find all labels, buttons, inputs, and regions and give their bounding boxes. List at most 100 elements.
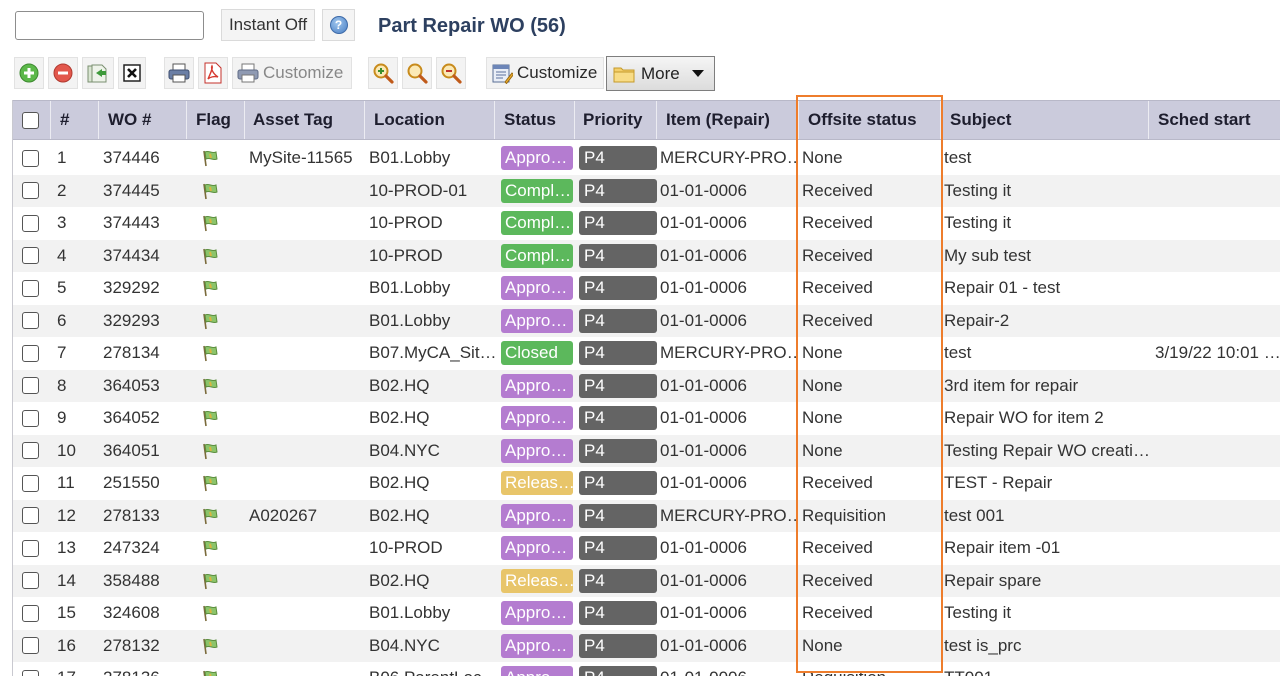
sched-start-cell (1149, 175, 1280, 207)
subject-cell: Repair 01 - test (944, 278, 1061, 297)
column-header-offsite-status[interactable]: Offsite status (799, 101, 941, 139)
row-checkbox[interactable] (22, 409, 39, 427)
asset-tag-cell (245, 532, 365, 564)
flag-icon[interactable] (201, 604, 219, 622)
flag-icon[interactable] (201, 507, 219, 525)
zoom-out-button[interactable] (436, 57, 466, 89)
offsite-status-cell: None (802, 635, 843, 655)
table-row[interactable]: 13 247324 10-PROD Appro… P4 01-01-0006 Receive… (13, 532, 1280, 565)
column-header-sched-start[interactable]: Sched start (1149, 101, 1280, 139)
table-row[interactable]: 16 278132 B04.NYC Appro… P4 01-01-0006 None tes… (13, 629, 1280, 662)
flag-icon[interactable] (201, 377, 219, 395)
row-checkbox[interactable] (22, 669, 39, 676)
flag-icon[interactable] (201, 344, 219, 362)
instant-toggle-button[interactable]: Instant Off (221, 9, 315, 41)
table-row[interactable]: 10 364051 B04.NYC Appro… P4 01-01-0006 None Tes… (13, 434, 1280, 467)
table-row[interactable]: 4 374434 10-PROD Compl… P4 01-01-0006 Received… (13, 239, 1280, 272)
table-row[interactable]: 6 329293 B01.Lobby Appro… P4 01-01-0006 Receiv… (13, 304, 1280, 337)
search-input[interactable] (15, 11, 204, 40)
table-row[interactable]: 17278136 B06.ParentLoc Appro… P401-01-0006R… (13, 662, 1280, 676)
table-row[interactable]: 9 364052 B02.HQ Appro… P4 01-01-0006 None Repai… (13, 402, 1280, 435)
table-row[interactable]: 3 374443 10-PROD Compl… P4 01-01-0006 Received… (13, 207, 1280, 240)
table-row[interactable]: 15 324608 B01.Lobby Appro… P4 01-01-0006 Recei… (13, 597, 1280, 630)
zoom-in-button[interactable] (368, 57, 398, 89)
flag-icon[interactable] (201, 572, 219, 590)
flag-icon[interactable] (201, 247, 219, 265)
row-checkbox[interactable] (22, 182, 39, 199)
table-row[interactable]: 7 278134 B07.MyCA_Sit… Closed P4 MERCURY-PRO…… (13, 337, 1280, 370)
flag-icon[interactable] (201, 669, 219, 676)
status-badge: Appro… (501, 633, 573, 658)
flag-icon[interactable] (201, 149, 219, 167)
row-checkbox[interactable] (22, 279, 39, 297)
column-header-wo[interactable]: WO # (99, 101, 187, 139)
row-checkbox[interactable] (22, 149, 39, 167)
column-header-subject[interactable]: Subject (941, 101, 1149, 139)
row-select-cell (13, 240, 51, 272)
zoom-button[interactable] (402, 57, 432, 89)
remove-button[interactable] (48, 57, 78, 89)
flag-icon[interactable] (201, 312, 219, 330)
status-badge: Appro… (501, 666, 573, 676)
row-checkbox[interactable] (22, 377, 39, 394)
column-header-location[interactable]: Location (365, 101, 495, 139)
row-checkbox[interactable] (22, 637, 39, 654)
flag-icon[interactable] (201, 637, 219, 655)
row-checkbox[interactable] (22, 312, 39, 329)
column-header-num[interactable]: # (51, 101, 99, 139)
wo-number-cell: 329292 (103, 278, 160, 297)
clear-button[interactable] (118, 57, 146, 89)
item-repair-cell: MERCURY-PRO… (660, 505, 799, 525)
table-row[interactable]: 5 329292 B01.Lobby Appro… P4 01-01-0006 Receiv… (13, 272, 1280, 305)
table-row[interactable]: 1 374446 MySite-11565 B01.Lobby Appro… P4 MERC… (13, 142, 1280, 175)
column-header-flag[interactable]: Flag (187, 101, 245, 139)
select-all-checkbox[interactable] (22, 111, 39, 129)
column-header-status[interactable]: Status (495, 101, 575, 139)
priority-badge: P4 (579, 438, 657, 463)
table-row[interactable]: 8 364053 B02.HQ Appro… P4 01-01-0006 None 3rd i… (13, 369, 1280, 402)
row-checkbox[interactable] (22, 507, 39, 524)
flag-icon[interactable] (201, 279, 219, 297)
column-header-item[interactable]: Item (Repair) (657, 101, 799, 139)
row-checkbox[interactable] (22, 442, 39, 459)
help-button[interactable]: ? (322, 9, 355, 41)
status-badge: Releas… (501, 568, 573, 593)
row-checkbox[interactable] (22, 344, 39, 362)
row-checkbox[interactable] (22, 539, 39, 557)
flag-icon[interactable] (201, 539, 219, 557)
table-row[interactable]: 14 358488 B02.HQ Releas… P4 01-01-0006 Receive… (13, 564, 1280, 597)
asset-tag-cell (245, 565, 365, 597)
column-header-priority[interactable]: Priority (575, 101, 657, 139)
row-select-cell (13, 565, 51, 597)
status-cell: Appro… (495, 630, 575, 662)
flag-icon[interactable] (201, 214, 219, 232)
sched-start-cell (1149, 565, 1280, 597)
table-row[interactable]: 12 278133 A020267 B02.HQ Appro… P4 MERCURY-PRO… (13, 499, 1280, 532)
flag-cell (187, 532, 245, 564)
row-checkbox[interactable] (22, 572, 39, 589)
add-button[interactable] (14, 57, 44, 89)
flag-icon[interactable] (201, 182, 219, 200)
sched-start-cell (1149, 272, 1280, 304)
row-checkbox[interactable] (22, 604, 39, 622)
table-row[interactable]: 2 374445 10-PROD-01 Compl… P4 01-01-0006 Recei… (13, 174, 1280, 207)
row-checkbox[interactable] (22, 474, 39, 492)
table-row[interactable]: 11 251550 B02.HQ Releas… P4 01-01-0006 Receive… (13, 467, 1280, 500)
flag-icon[interactable] (201, 409, 219, 427)
export-button[interactable] (82, 57, 114, 89)
pdf-button[interactable] (198, 57, 228, 89)
flag-icon[interactable] (201, 474, 219, 492)
flag-icon[interactable] (201, 442, 219, 460)
status-badge: Closed (501, 341, 573, 365)
print-button[interactable] (164, 57, 194, 89)
row-checkbox[interactable] (22, 247, 39, 264)
flag-cell (187, 337, 245, 369)
column-header-asset-tag[interactable]: Asset Tag (245, 101, 365, 139)
row-checkbox[interactable] (22, 214, 39, 232)
customize-button[interactable]: Customize (486, 57, 604, 89)
subject-cell: Repair-2 (944, 310, 1010, 330)
sched-start-cell (1149, 467, 1280, 499)
print-customize-button[interactable]: Customize (232, 57, 352, 89)
more-dropdown[interactable]: More (606, 56, 715, 91)
asset-tag-cell (245, 435, 365, 467)
